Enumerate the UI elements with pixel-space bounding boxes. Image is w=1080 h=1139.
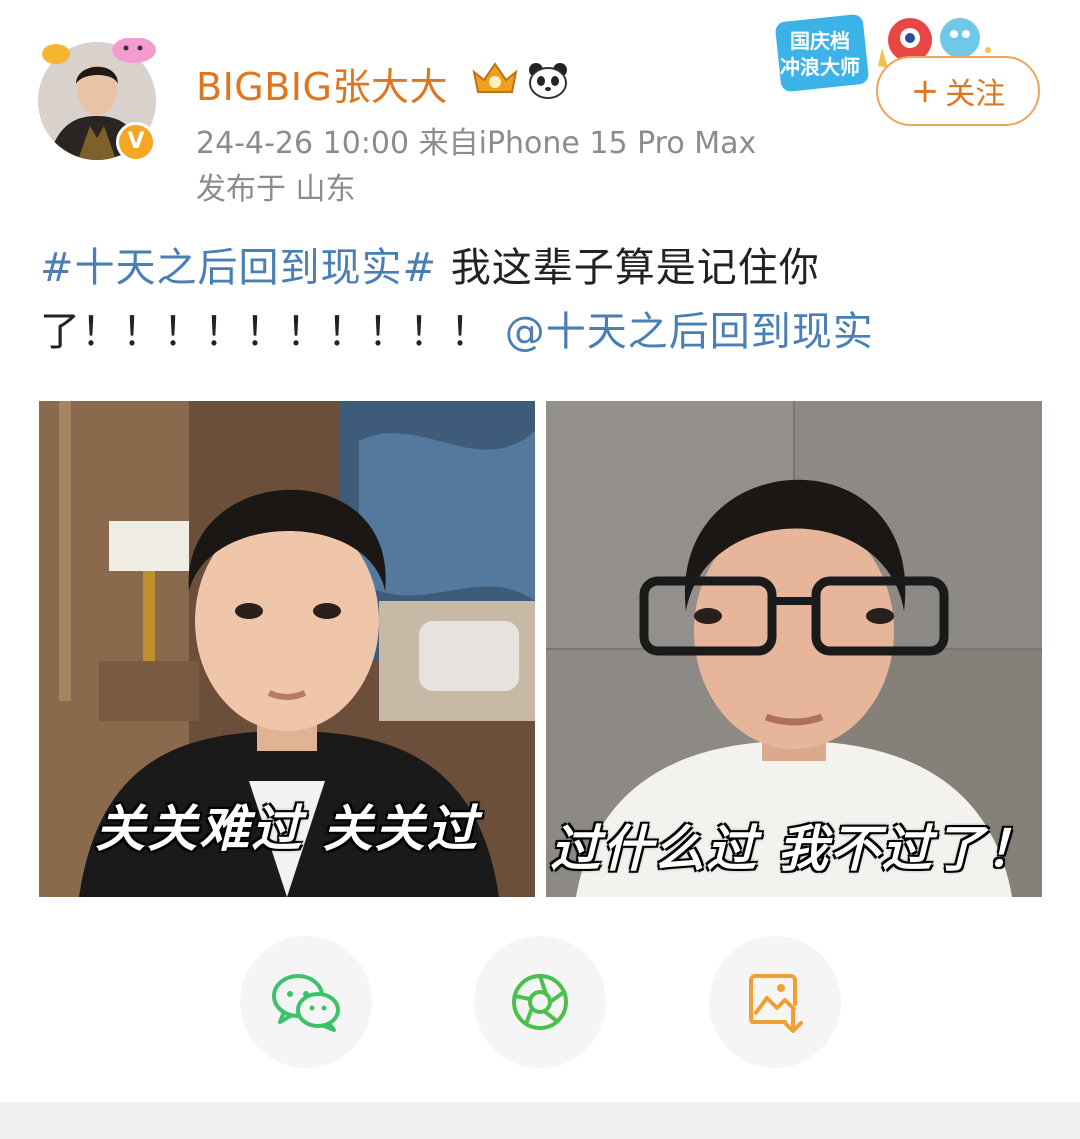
crown-badge-icon [472,62,518,93]
image-caption-1: 关关难过 关关过 [95,800,479,858]
post-location: 发布于 山东 [196,172,356,207]
post-timestamp-source: 24-4-26 10:00 来自iPhone 15 Pro Max [196,126,757,161]
follow-button[interactable]: + 关注 [876,56,1040,126]
bottom-bar [0,1102,1080,1139]
share-moments-button[interactable] [474,936,606,1068]
wechat-icon [272,974,340,1032]
panda-icon [529,63,567,99]
save-image-icon [749,974,803,1033]
user-name[interactable]: BIGBIG张大大 [196,56,448,111]
share-wechat-button[interactable] [240,936,372,1068]
verified-icon: V [116,122,156,162]
plus-icon: + [910,71,940,111]
event-badge-line2: 冲浪大师 [780,55,860,79]
image-caption-2: 过什么过 我不过了！ [550,820,1038,878]
save-image-button[interactable] [709,936,841,1068]
topic-link[interactable]: #十天之后回到现实# [40,245,437,291]
post-image-2[interactable]: 过什么过 我不过了！ [546,401,1042,897]
post-image-1[interactable]: 关关难过 关关过 [39,401,535,897]
follow-label: 关注 [945,77,1006,112]
avatar-pendant-icon [42,38,156,64]
event-badge-line1: 国庆档 [790,29,850,53]
post-content: #十天之后回到现实# 我这辈子算是记住你了！！！！！！！！！！ @十天之后回到现… [40,236,1040,364]
moments-icon [512,974,568,1030]
mention-link[interactable]: @十天之后回到现实 [505,309,874,355]
weibo-post-page: V BIGBIG张大大 24-4-26 10:00 来自iPhone 15 Pr… [0,0,1080,1139]
